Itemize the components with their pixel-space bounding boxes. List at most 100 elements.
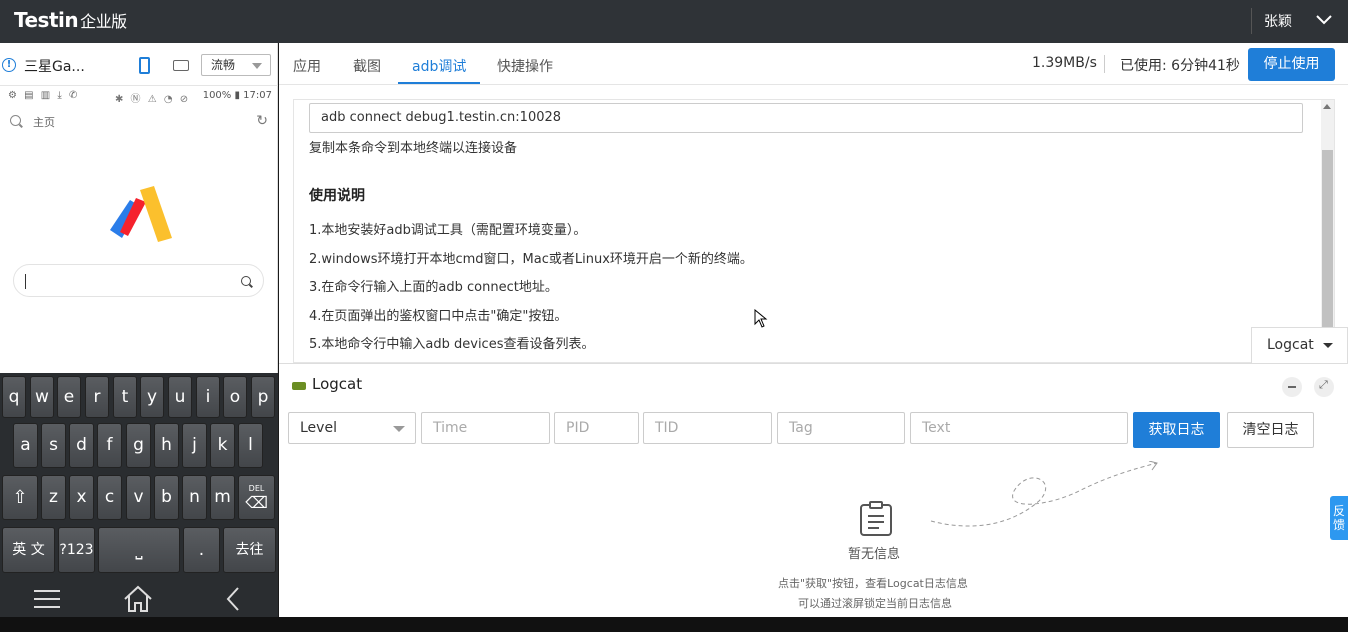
key-v[interactable]: v [126,475,151,520]
phone-search-box[interactable] [13,264,264,297]
tab-bar: 应用 截图 adb调试 快捷操作 1.39MB/s 已使用: 6分钟41秒 停止… [279,43,1348,85]
text-filter-input[interactable]: Text [910,412,1128,444]
stop-using-button[interactable]: 停止使用 [1248,48,1335,81]
key-b[interactable]: b [154,475,179,520]
tid-filter-input[interactable]: TID [643,412,772,444]
search-icon [10,115,21,126]
key-o[interactable]: o [223,376,247,418]
key-e[interactable]: e [57,376,81,418]
key-s[interactable]: s [41,423,66,468]
time-filter-input[interactable]: Time [421,412,550,444]
adb-instructions-area: adb connect debug1.testin.cn:10028 复制本条命… [293,99,1335,363]
tab-quick-actions[interactable]: 快捷操作 [497,56,553,76]
backspace-icon: ⌫ [245,493,268,512]
key-i[interactable]: i [196,376,220,418]
scroll-up-arrow-icon[interactable] [1323,104,1331,109]
home-icon[interactable] [122,585,154,613]
key-j[interactable]: j [182,423,207,468]
user-name[interactable]: 张颖 [1264,11,1292,31]
key-c[interactable]: c [97,475,122,520]
clear-logs-button[interactable]: 清空日志 [1227,412,1314,448]
logcat-panel: Logcat Level Time PID TID Tag Text 获取日志 … [279,363,1348,617]
browser-home-label[interactable]: 主页 [33,114,55,130]
key-y[interactable]: y [140,376,164,418]
usage-step: 1.本地安装好adb调试工具（需配置环境变量）。 [309,223,587,238]
tab-screenshot[interactable]: 截图 [353,56,381,76]
status-battery-time: 100% ▮ 17:07 [202,90,272,101]
dropdown-arrow-icon [393,426,405,432]
minimize-icon[interactable] [1282,377,1302,397]
key-r[interactable]: r [85,376,109,418]
maximize-icon[interactable] [1314,377,1334,397]
empty-state-text: 暂无信息 [848,547,901,562]
time-used: 已使用: 6分钟41秒 [1120,58,1240,74]
key-z[interactable]: z [41,475,66,520]
key-w[interactable]: w [30,376,54,418]
bottom-bar [0,617,1348,632]
key-g[interactable]: g [126,423,151,468]
portrait-mode-icon[interactable] [139,57,150,74]
key-u[interactable]: u [168,376,192,418]
usage-title: 使用说明 [309,188,365,204]
info-icon[interactable]: ! [2,58,16,72]
phone-browser-bar: 主页 ↻ [0,107,278,135]
dropdown-arrow-icon [252,63,262,69]
logcat-toggle[interactable]: Logcat [1251,327,1348,363]
browser-logo-icon [110,186,172,242]
key-m[interactable]: m [210,475,235,520]
device-header: ! 三星Ga... 流畅 [0,43,278,86]
tab-adb-debug[interactable]: adb调试 [412,56,466,76]
empty-state-hint: 可以通过滚屏锁定当前日志信息 [798,597,952,610]
key-x[interactable]: x [69,475,94,520]
quality-select[interactable]: 流畅 [201,54,271,76]
delete-key[interactable]: DEL ⌫ [238,475,275,520]
usage-step: 2.windows环境打开本地cmd窗口，Mac或者Linux环境开启一个新的终… [309,252,753,267]
space-key[interactable]: ⎵ [98,527,180,573]
key-l[interactable]: l [238,423,263,468]
testin-logo[interactable]: Testin 企业版 [14,8,127,32]
phone-nav-bar [0,581,278,617]
empty-state-hint: 点击"获取"按钮，查看Logcat日志信息 [778,577,968,590]
get-logs-button[interactable]: 获取日志 [1133,412,1220,448]
key-h[interactable]: h [154,423,179,468]
chevron-down-icon[interactable] [1314,10,1334,30]
usage-step: 4.在页面弹出的鉴权窗口中点击"确定"按钮。 [309,309,568,324]
numbers-key[interactable]: ?123 [58,527,95,573]
scrollbar[interactable] [1321,100,1334,362]
key-t[interactable]: t [113,376,137,418]
key-d[interactable]: d [69,423,94,468]
divider [1104,55,1105,73]
key-a[interactable]: a [13,423,38,468]
device-name: 三星Ga... [24,59,85,75]
key-f[interactable]: f [97,423,122,468]
key-p[interactable]: p [251,376,275,418]
text-caret [25,274,26,289]
search-icon[interactable] [241,276,251,286]
period-key[interactable]: . [183,527,220,573]
tab-apps[interactable]: 应用 [293,56,321,76]
adb-command-field[interactable]: adb connect debug1.testin.cn:10028 [309,103,1303,133]
go-key[interactable]: 去往 [223,527,276,573]
android-icon [292,382,306,390]
key-q[interactable]: q [2,376,26,418]
phone-status-bar: ⚙ ▤ ▥ ⤓ ✆ ✱ Ⓝ ⚠ ◔ ⊘ 100% ▮ 17:07 [0,87,278,107]
back-icon[interactable] [225,586,241,612]
pid-filter-input[interactable]: PID [554,412,639,444]
top-bar: Testin 企业版 张颖 [0,0,1348,43]
feedback-button[interactable]: 反馈 [1330,496,1348,540]
level-select[interactable]: Level [288,412,416,444]
tag-filter-input[interactable]: Tag [777,412,905,444]
status-icons-left: ⚙ ▤ ▥ ⤓ ✆ [8,90,80,101]
landscape-mode-icon[interactable] [173,60,189,71]
command-hint: 复制本条命令到本地终端以连接设备 [309,141,518,156]
key-k[interactable]: k [210,423,235,468]
network-speed: 1.39MB/s [1032,55,1097,71]
caret-down-icon [1323,343,1333,348]
shift-key[interactable]: ⇧ [2,475,38,520]
refresh-icon[interactable]: ↻ [256,113,268,129]
menu-icon[interactable] [33,588,61,610]
key-n[interactable]: n [182,475,207,520]
main-panel: 应用 截图 adb调试 快捷操作 1.39MB/s 已使用: 6分钟41秒 停止… [279,43,1348,617]
language-key[interactable]: 英 文 [2,527,55,573]
clipboard-icon [860,501,892,536]
